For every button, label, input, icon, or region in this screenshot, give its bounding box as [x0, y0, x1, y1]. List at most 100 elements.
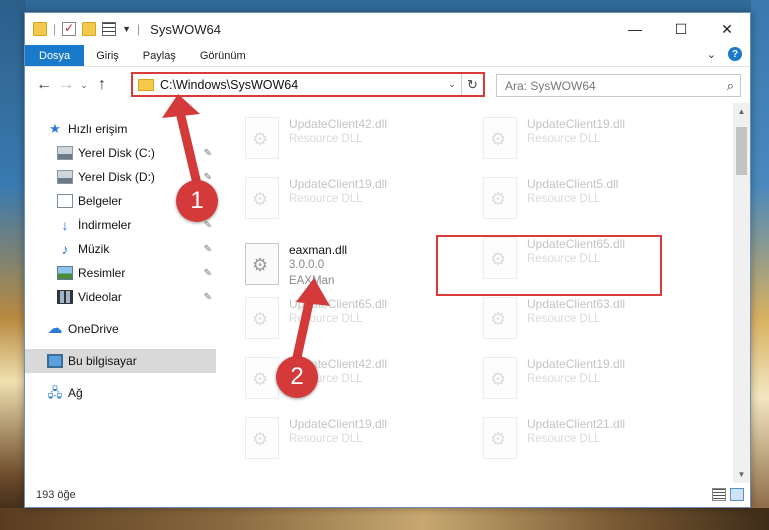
up-button[interactable]: ↑: [91, 76, 113, 94]
sidebar-item-label: OneDrive: [68, 322, 119, 336]
file-item[interactable]: ⚙ UpdateClient19.dll Resource DLL: [477, 113, 699, 165]
search-placeholder: Ara: SysWOW64: [505, 78, 596, 93]
sidebar-item-label: Yerel Disk (D:): [78, 170, 155, 184]
dll-file-icon: ⚙: [245, 177, 279, 219]
sidebar-item-label: Hızlı erişim: [68, 122, 128, 136]
window-title: SysWOW64: [150, 21, 221, 37]
file-item[interactable]: ⚙ UpdateClient19.dll Resource DLL: [239, 173, 461, 225]
scroll-up-icon[interactable]: ▲: [733, 103, 750, 120]
dll-file-icon: ⚙: [483, 297, 517, 339]
file-item[interactable]: ⚙ UpdateClient19.dll Resource DLL: [239, 413, 461, 465]
qat-dropdown-icon[interactable]: ▼: [122, 24, 131, 34]
file-version: 3.0.0.0: [289, 259, 325, 271]
pin-icon[interactable]: ✎: [204, 244, 212, 255]
properties-check-icon[interactable]: [62, 21, 77, 36]
file-name: UpdateClient19.dll: [289, 417, 388, 431]
file-list: ⚙ UpdateClient42.dll Resource DLL ⚙ Upda…: [217, 103, 750, 483]
sidebar-item-onedrive[interactable]: ☁ OneDrive: [25, 317, 216, 341]
cloud-icon: ☁: [47, 320, 63, 337]
pin-icon[interactable]: ✎: [204, 268, 212, 279]
close-button[interactable]: ✕: [704, 13, 750, 45]
drive-icon: [57, 170, 73, 184]
file-item[interactable]: ⚙ UpdateClient42.dll Resource DLL: [239, 353, 461, 405]
tab-home[interactable]: Giriş: [84, 45, 131, 66]
dll-file-icon: ⚙: [483, 357, 517, 399]
sidebar-item-network[interactable]: 🖧 Ağ: [25, 381, 216, 405]
scroll-down-icon[interactable]: ▼: [733, 466, 750, 483]
sidebar-item-pictures[interactable]: Resimler ✎: [25, 261, 216, 285]
file-item[interactable]: ⚙ UpdateClient5.dll Resource DLL: [477, 173, 699, 225]
sidebar-item-label: Müzik: [78, 242, 110, 256]
maximize-button[interactable]: ☐: [658, 13, 704, 45]
minimize-button[interactable]: —: [612, 13, 658, 45]
file-item[interactable]: ⚙ UpdateClient42.dll Resource DLL: [239, 113, 461, 165]
dll-file-icon: ⚙: [483, 117, 517, 159]
address-path[interactable]: C:\Windows\SysWOW64: [160, 78, 443, 92]
large-icons-view-icon[interactable]: [730, 488, 744, 501]
file-description: Resource DLL: [289, 313, 363, 325]
pin-icon[interactable]: ✎: [204, 220, 212, 231]
tab-share[interactable]: Paylaş: [131, 45, 188, 66]
tab-file[interactable]: Dosya: [25, 45, 85, 66]
help-icon[interactable]: ?: [728, 47, 742, 61]
star-icon: ★: [49, 121, 61, 136]
drive-icon: [57, 146, 73, 160]
file-item-eaxman[interactable]: ⚙ eaxman.dll 3.0.0.0 EAXMan: [239, 239, 461, 291]
list-view-icon[interactable]: [102, 22, 117, 36]
pin-icon[interactable]: ✎: [204, 292, 212, 303]
refresh-button[interactable]: ↻: [461, 74, 483, 95]
details-view-icon[interactable]: [712, 488, 726, 501]
step-2-badge: 2: [276, 356, 318, 398]
sidebar-item-quick-access[interactable]: ★ Hızlı erişim: [25, 117, 216, 141]
desktop-background-right: [751, 0, 769, 530]
sidebar-item-music[interactable]: ♪ Müzik ✎: [25, 237, 216, 261]
sidebar-item-this-pc[interactable]: Bu bilgisayar: [25, 349, 216, 373]
new-folder-icon[interactable]: [82, 22, 97, 36]
search-input[interactable]: Ara: SysWOW64 ⌕: [496, 74, 741, 97]
dll-file-icon: ⚙: [245, 243, 279, 285]
downloads-icon: ↓: [61, 217, 69, 233]
tab-view[interactable]: Görünüm: [188, 45, 258, 66]
file-item[interactable]: ⚙ UpdateClient19.dll Resource DLL: [477, 353, 699, 405]
search-icon[interactable]: ⌕: [727, 78, 734, 94]
address-dropdown-icon[interactable]: ⌄: [443, 79, 461, 90]
sidebar-item-local-disk-c[interactable]: Yerel Disk (C:) ✎: [25, 141, 216, 165]
documents-icon: [57, 194, 73, 208]
vertical-scrollbar[interactable]: ▲ ▼: [733, 103, 750, 483]
item-count: 193 öğe: [36, 489, 76, 501]
separator: |: [53, 22, 57, 36]
sidebar-item-label: Yerel Disk (C:): [78, 146, 155, 160]
highlight-box: [436, 235, 662, 296]
file-name: UpdateClient21.dll: [527, 417, 626, 431]
file-description: EAXMan: [289, 275, 335, 287]
file-description: Resource DLL: [527, 193, 601, 205]
desktop-background-left: [0, 0, 26, 530]
file-name: UpdateClient42.dll: [289, 117, 388, 131]
file-description: Resource DLL: [289, 133, 363, 145]
file-name: UpdateClient63.dll: [527, 297, 626, 311]
sidebar-item-videos[interactable]: Videolar ✎: [25, 285, 216, 309]
back-button[interactable]: ←: [33, 76, 55, 94]
desktop-background-bottom: [0, 508, 769, 530]
dll-file-icon: ⚙: [245, 297, 279, 339]
recent-locations-icon[interactable]: ⌄: [77, 80, 91, 91]
pin-icon[interactable]: ✎: [204, 148, 212, 159]
title-bar: | ▼ | SysWOW64 — ☐ ✕: [25, 13, 750, 45]
file-name: UpdateClient19.dll: [289, 177, 388, 191]
ribbon-expand-icon[interactable]: ⌄: [707, 48, 716, 61]
scroll-thumb[interactable]: [736, 127, 747, 175]
forward-button[interactable]: →: [55, 76, 77, 94]
file-item[interactable]: ⚙ UpdateClient21.dll Resource DLL: [477, 413, 699, 465]
file-description: Resource DLL: [527, 133, 601, 145]
file-name: UpdateClient19.dll: [527, 117, 626, 131]
sidebar-item-label: Bu bilgisayar: [68, 354, 137, 368]
folder-icon[interactable]: [33, 22, 47, 36]
file-item[interactable]: ⚙ UpdateClient63.dll Resource DLL: [477, 293, 699, 345]
quick-access-toolbar: | ▼ |: [25, 21, 140, 36]
address-bar[interactable]: C:\Windows\SysWOW64 ⌄ ↻: [131, 72, 485, 97]
file-item[interactable]: ⚙ UpdateClient65.dll Resource DLL: [239, 293, 461, 345]
sidebar-item-label: Belgeler: [78, 194, 123, 208]
